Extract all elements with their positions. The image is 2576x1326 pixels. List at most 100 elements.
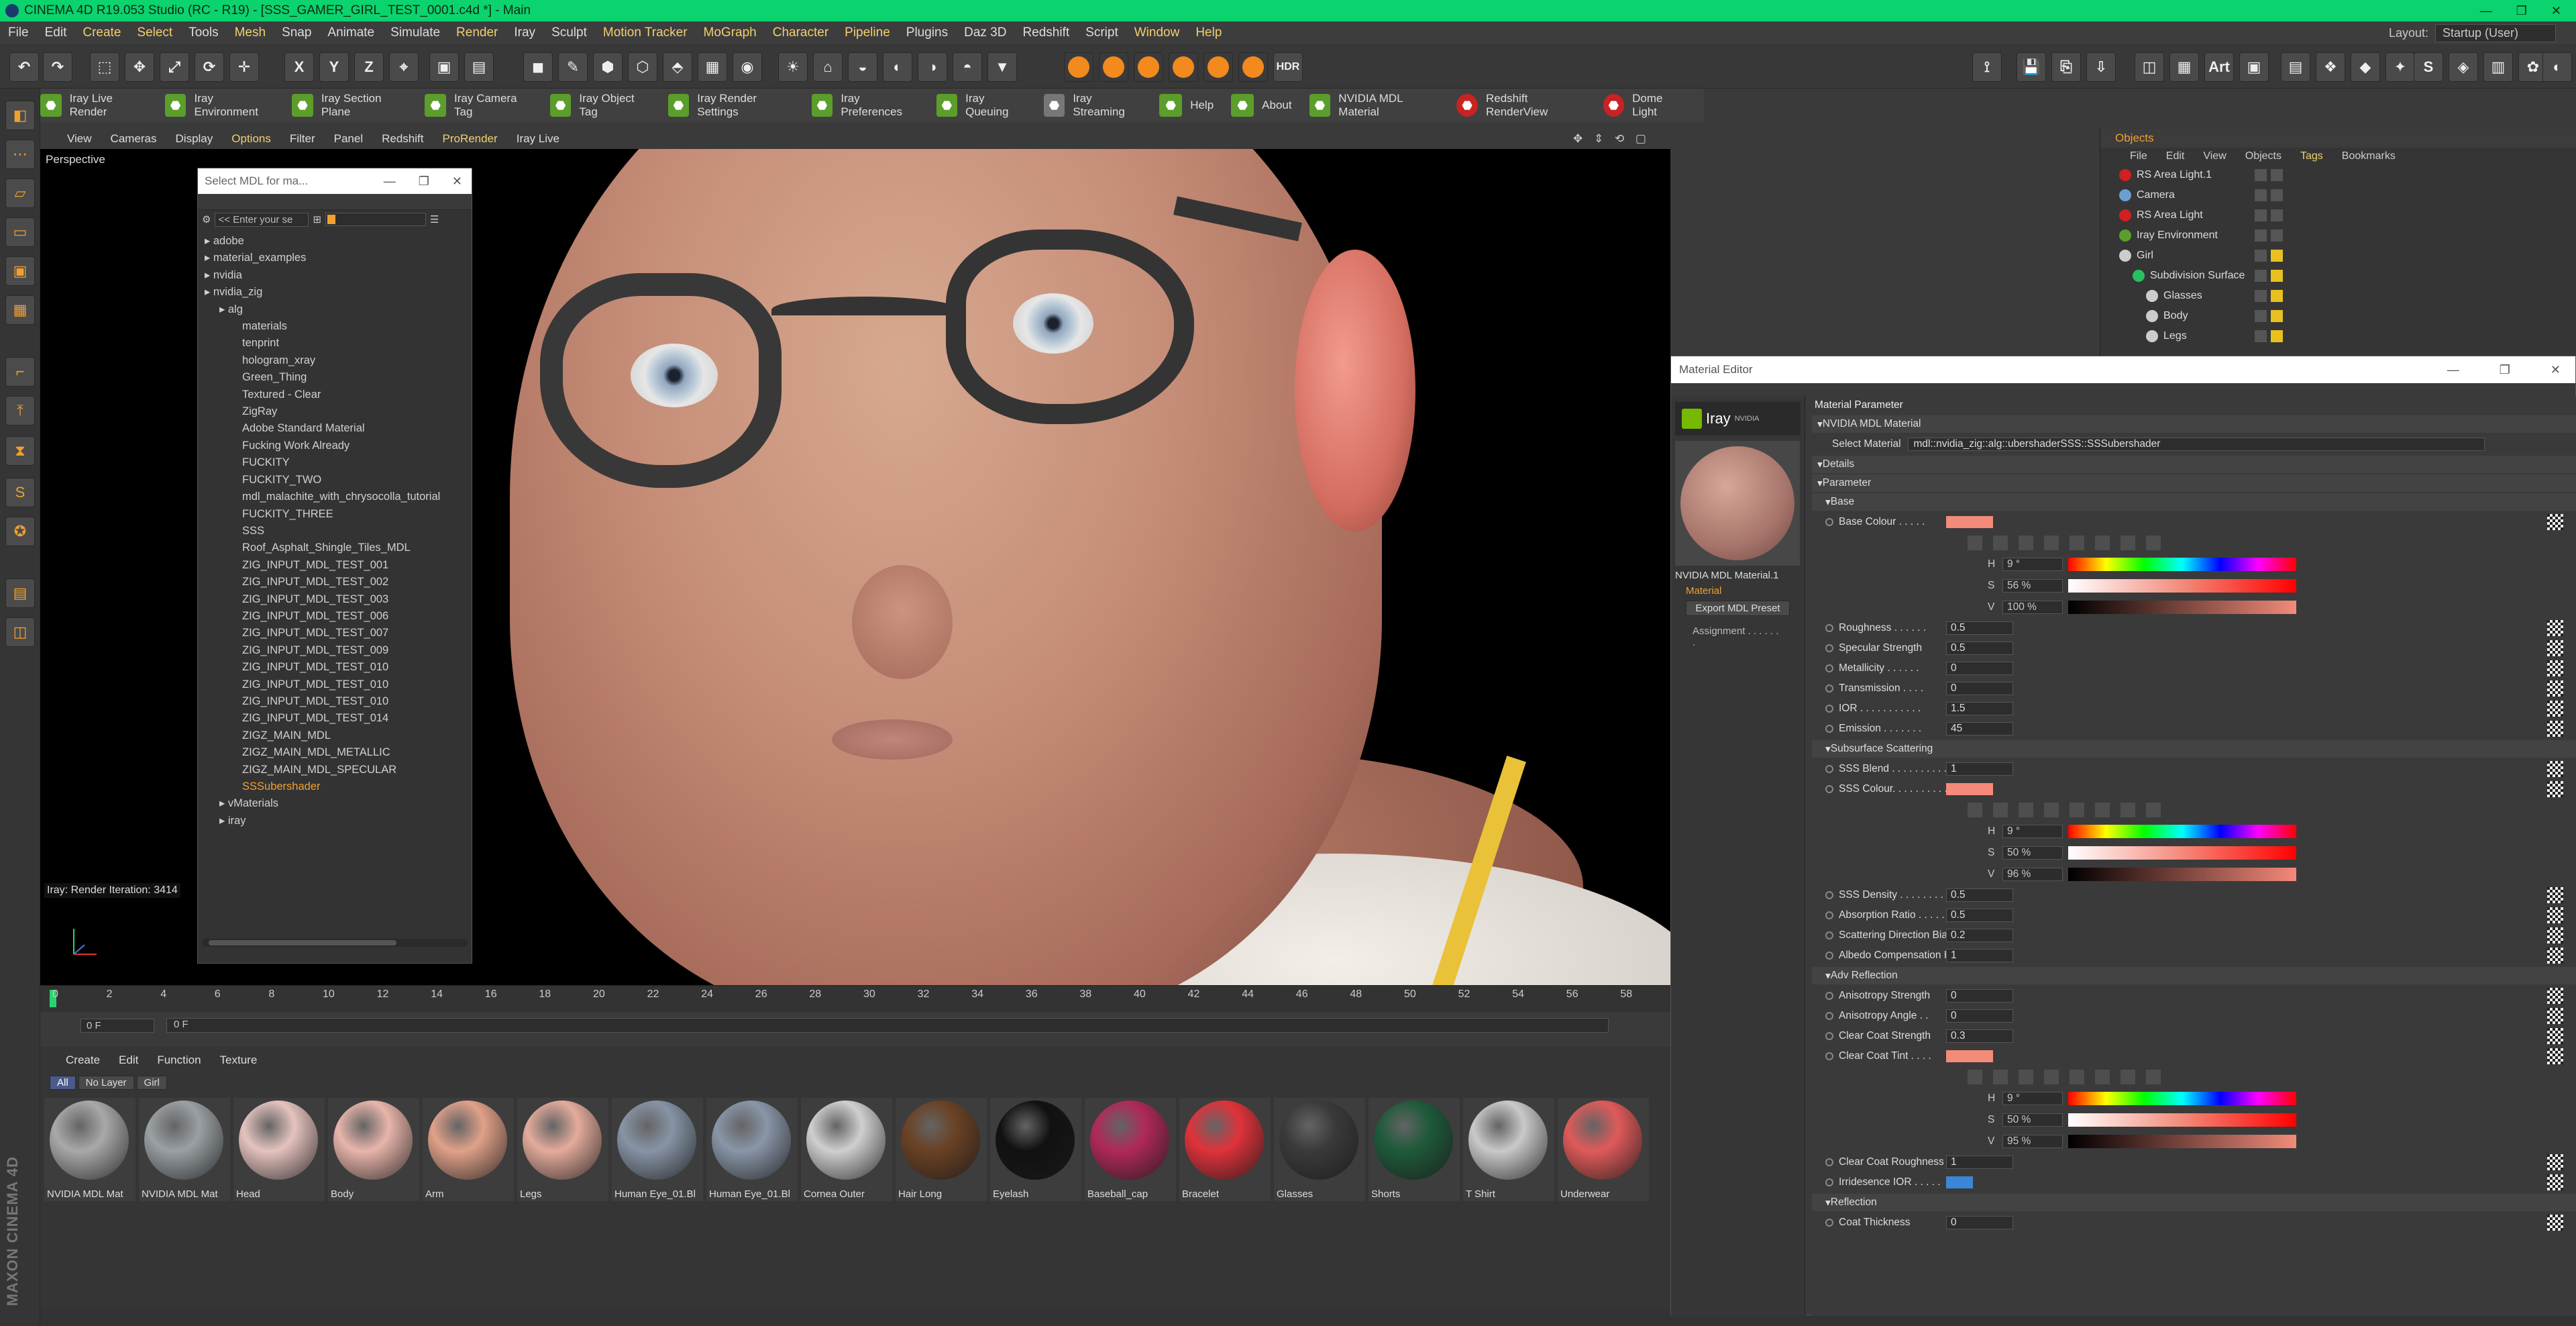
animate-radio-icon[interactable]: [1825, 1012, 1833, 1020]
material-menu-function[interactable]: Function: [157, 1054, 201, 1067]
animate-radio-icon[interactable]: [1825, 1158, 1833, 1166]
texture-link-icon[interactable]: [2547, 721, 2563, 737]
texture-link-icon[interactable]: [2547, 1048, 2563, 1064]
object-flags[interactable]: [2255, 310, 2283, 322]
layers-icon[interactable]: ◫: [5, 617, 35, 647]
subdiv-icon[interactable]: ⬢: [593, 52, 623, 82]
tint-colour-mode-icon[interactable]: [2019, 1070, 2033, 1084]
save-inc-icon[interactable]: ⎘: [2051, 52, 2081, 82]
material-filter-no-layer[interactable]: No Layer: [78, 1075, 134, 1090]
mdl-tree-item[interactable]: ZIGZ_MAIN_MDL_METALLIC: [205, 744, 472, 761]
object-row-body[interactable]: Body: [2100, 306, 2576, 326]
viewport-menu-cameras[interactable]: Cameras: [111, 132, 157, 146]
material-menu-edit[interactable]: Edit: [119, 1054, 138, 1067]
frame-range-slider[interactable]: 0 F: [166, 1018, 1609, 1033]
tree-expand-icon[interactable]: ▸: [219, 815, 228, 827]
mdl-tree-item[interactable]: ZIG_INPUT_MDL_TEST_009: [205, 642, 472, 659]
material-sphere-icon-4[interactable]: [1169, 52, 1198, 82]
animate-radio-icon[interactable]: [1825, 911, 1833, 919]
layout-dropdown[interactable]: Startup (User): [2435, 23, 2556, 42]
menu-snap[interactable]: Snap: [282, 26, 311, 40]
visibility-flag[interactable]: [2255, 290, 2267, 302]
iray-toolbar-redshift-renderview[interactable]: ⬣ Redshift RenderView: [1456, 92, 1585, 119]
lock-icon[interactable]: ✪: [5, 517, 35, 546]
menu-edit[interactable]: Edit: [45, 26, 67, 40]
puzzle-icon[interactable]: ✦: [2385, 52, 2415, 82]
sss-colour-mode-icon[interactable]: [2095, 803, 2110, 817]
adv-anisotropy-angle-field[interactable]: 0: [1946, 1009, 2013, 1023]
base-transmission[interactable]: Transmission . . . . 0: [1812, 678, 2576, 699]
material-thumbnail[interactable]: NVIDIA MDL Mat: [139, 1098, 230, 1201]
sss-absorption-ratio[interactable]: Absorption Ratio . . . . . . 0.5: [1812, 905, 2576, 925]
menu-simulate[interactable]: Simulate: [390, 26, 440, 40]
sss-scattering-direction-bias-field[interactable]: 0.2: [1946, 929, 2013, 942]
tint-v-field[interactable]: 95 %: [2002, 1135, 2063, 1148]
mdl-tree-item[interactable]: ZIG_INPUT_MDL_TEST_002: [205, 574, 472, 591]
viewport-menu-panel[interactable]: Panel: [334, 132, 363, 146]
texture-link-icon[interactable]: [2547, 1174, 2563, 1190]
tree-expand-icon[interactable]: ▸: [205, 252, 213, 264]
material-thumbnail[interactable]: NVIDIA MDL Mat: [44, 1098, 136, 1201]
base-transmission-field[interactable]: 0: [1946, 682, 2013, 695]
material-filter-all[interactable]: All: [50, 1075, 76, 1090]
mdl-tree-item[interactable]: ZIGZ_MAIN_MDL: [205, 727, 472, 744]
object-flags[interactable]: [2255, 189, 2283, 201]
irridesence-swatch[interactable]: [1946, 1176, 1973, 1188]
iray-toolbar-iray-section-plane[interactable]: ⬣ Iray Section Plane: [292, 92, 407, 119]
menu-redshift[interactable]: Redshift: [1022, 26, 1069, 40]
object-row-legs[interactable]: Legs: [2100, 326, 2576, 346]
tint-s-field[interactable]: 50 %: [2002, 1113, 2063, 1127]
sss-colour-mode-icon[interactable]: [2070, 803, 2084, 817]
grid-icon[interactable]: ▦: [2169, 52, 2199, 82]
objects-menu-view[interactable]: View: [2203, 150, 2226, 162]
iray-toolbar-iray-live-render[interactable]: ⬣ Iray Live Render: [40, 92, 148, 119]
mdl-tree-item[interactable]: ▸ iray: [205, 813, 472, 829]
menu-tools[interactable]: Tools: [189, 26, 218, 40]
material-sphere-icon-3[interactable]: [1134, 52, 1163, 82]
sss-v-field[interactable]: 96 %: [2002, 868, 2063, 881]
sss-sss-density-field[interactable]: 0.5: [1946, 888, 2013, 902]
mdl-maximize-button[interactable]: ❐: [419, 174, 429, 189]
base-specular-strength-field[interactable]: 0.5: [1946, 642, 2013, 655]
mdl-tree-item[interactable]: ZIGZ_MAIN_MDL_SPECULAR: [205, 762, 472, 778]
layer-flag[interactable]: [2271, 189, 2283, 201]
visibility-flag[interactable]: [2255, 250, 2267, 262]
material-thumbnail[interactable]: Shorts: [1368, 1098, 1460, 1201]
adv-reflection-section[interactable]: ▾ Adv Reflection: [1812, 967, 2576, 984]
mdl-zoom-icon[interactable]: ⊞: [313, 213, 321, 225]
tree-expand-icon[interactable]: ▸: [205, 286, 213, 298]
menu-create[interactable]: Create: [83, 26, 121, 40]
render-queue-icon[interactable]: ▣: [2239, 52, 2269, 82]
texture-link-icon[interactable]: [2547, 1008, 2563, 1024]
menu-sculpt[interactable]: Sculpt: [551, 26, 587, 40]
mdl-tree-item[interactable]: mdl_malachite_with_chrysocolla_tutorial: [205, 489, 472, 505]
animate-radio-icon[interactable]: [1825, 785, 1833, 793]
material-thumbnail[interactable]: Legs: [517, 1098, 608, 1201]
object-flags[interactable]: [2255, 169, 2283, 181]
tree-expand-icon[interactable]: ▸: [219, 303, 228, 315]
base-ior[interactable]: IOR . . . . . . . . . . . 1.5: [1812, 699, 2576, 719]
coord-icon[interactable]: ⌖: [389, 52, 419, 82]
menu-mesh[interactable]: Mesh: [235, 26, 266, 40]
tint-colour-mode-icon[interactable]: [2070, 1070, 2084, 1084]
animate-radio-icon[interactable]: [1825, 992, 1833, 1000]
scale-icon[interactable]: ⤢: [160, 52, 189, 82]
redo-icon[interactable]: ↷: [43, 52, 72, 82]
iray-toolbar-iray-environment[interactable]: ⬣ Iray Environment: [164, 92, 274, 119]
viewport-menu-filter[interactable]: Filter: [290, 132, 315, 146]
objects-menu-bookmarks[interactable]: Bookmarks: [2342, 150, 2396, 162]
animate-radio-icon[interactable]: [1825, 624, 1833, 632]
texture-link-icon[interactable]: [2547, 514, 2563, 530]
tri-icon[interactable]: ▼: [987, 52, 1017, 82]
base-ior-field[interactable]: 1.5: [1946, 702, 2013, 715]
s-icon[interactable]: S: [2414, 52, 2443, 82]
material-thumbnail[interactable]: Hair Long: [896, 1098, 987, 1201]
axis-y-button[interactable]: Y: [319, 52, 349, 82]
sss-section[interactable]: ▾ Subsurface Scattering: [1812, 740, 2576, 758]
menu-mograph[interactable]: MoGraph: [704, 26, 757, 40]
tint-h-slider[interactable]: [2068, 1092, 2296, 1105]
base-colour-mode-icon[interactable]: [1968, 536, 1982, 550]
animate-radio-icon[interactable]: [1825, 518, 1833, 526]
save-icon[interactable]: 💾: [2017, 52, 2046, 82]
animate-radio-icon[interactable]: [1825, 644, 1833, 652]
